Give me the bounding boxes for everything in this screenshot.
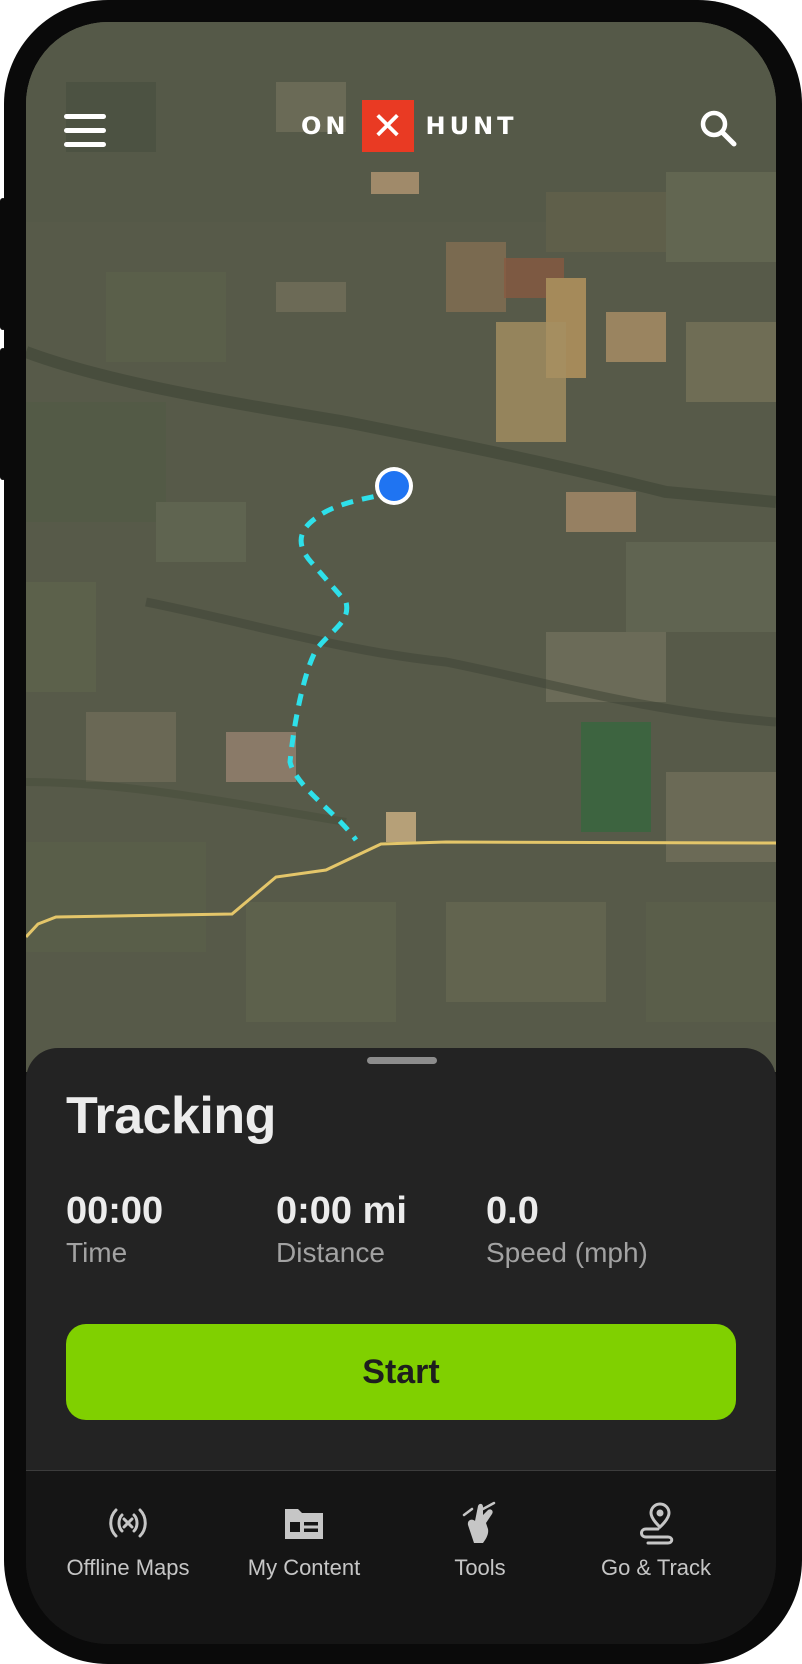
phone-power-button xyxy=(796,150,802,318)
phone-volume-up-button xyxy=(0,198,6,330)
speed-label: Speed (mph) xyxy=(486,1237,648,1268)
tab-go-track[interactable]: Go & Track xyxy=(566,1499,746,1581)
satellite-map[interactable] xyxy=(26,22,776,1072)
tab-label-my-content: My Content xyxy=(247,1555,361,1580)
tracking-title: Tracking xyxy=(66,1087,276,1145)
logo-text-on: ON xyxy=(301,112,350,140)
speed-value: 0.0 xyxy=(486,1190,539,1232)
tab-label-offline-maps: Offline Maps xyxy=(66,1555,190,1580)
logo-text-hunt: HUNT xyxy=(425,112,518,140)
folder-icon xyxy=(214,1499,394,1547)
top-bar: ON ✕ HUNT xyxy=(26,22,776,162)
tracking-panel: Tracking 00:00 Time 0:00 mi Distance 0.0… xyxy=(26,1048,776,1494)
search-icon[interactable] xyxy=(698,108,738,148)
stat-speed: 0.0 Speed (mph) xyxy=(486,1190,648,1269)
map-canvas xyxy=(26,22,776,1072)
stat-time: 00:00 Time xyxy=(66,1190,163,1269)
logo-x-mark: ✕ xyxy=(361,100,414,152)
tab-my-content[interactable]: My Content xyxy=(214,1499,394,1581)
distance-label: Distance xyxy=(276,1237,385,1268)
tab-label-go-track: Go & Track xyxy=(600,1555,712,1580)
tab-label-tools: Tools xyxy=(454,1555,506,1580)
stat-distance: 0:00 mi Distance xyxy=(276,1190,407,1269)
tab-tools[interactable]: Tools xyxy=(390,1499,570,1581)
panel-drag-handle[interactable] xyxy=(367,1057,437,1064)
go-track-icon xyxy=(566,1499,746,1547)
onx-hunt-logo: ON ✕ HUNT xyxy=(301,100,518,152)
offline-signal-icon xyxy=(38,1499,218,1547)
phone-volume-down-button xyxy=(0,348,6,480)
time-value: 00:00 xyxy=(66,1190,164,1232)
time-label: Time xyxy=(66,1237,128,1268)
distance-value: 0:00 mi xyxy=(276,1190,407,1232)
tab-offline-maps[interactable]: Offline Maps xyxy=(38,1499,218,1581)
hamburger-menu-icon[interactable] xyxy=(64,114,106,150)
tools-icon xyxy=(390,1499,570,1547)
start-button[interactable]: Start xyxy=(66,1324,736,1420)
app-screen: ON ✕ HUNT Tracking 00:00 Time 0:00 mi Di… xyxy=(26,22,776,1644)
bottom-tab-bar: Offline Maps My Content Tools Go & Track xyxy=(26,1471,776,1644)
